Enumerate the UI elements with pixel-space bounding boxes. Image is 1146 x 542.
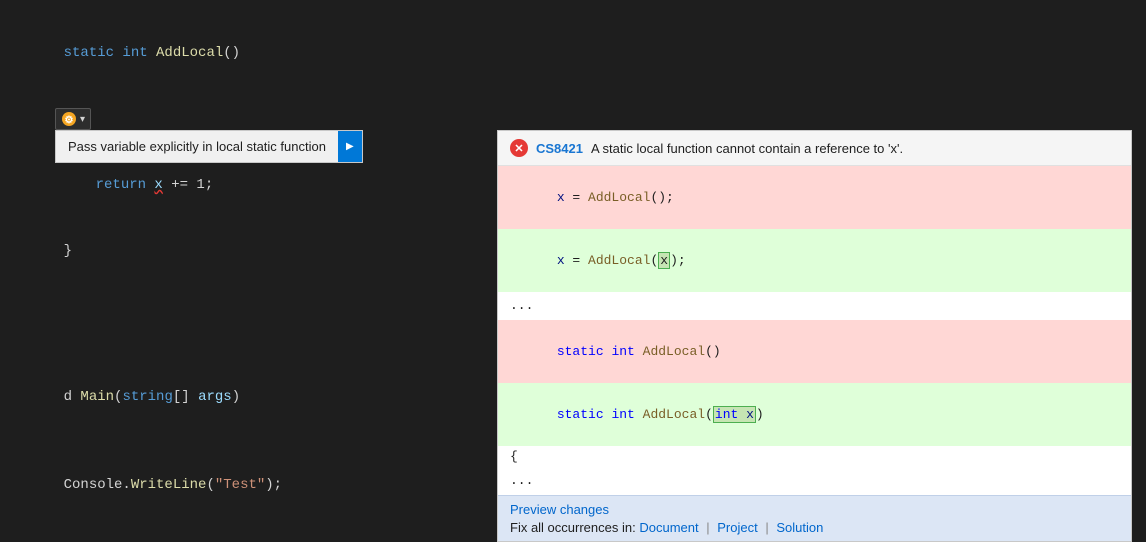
preview-panel: ✕ CS8421 A static local function cannot …	[497, 130, 1132, 542]
quickfix-popup: Pass variable explicitly in local static…	[55, 130, 363, 163]
svg-text:⚙: ⚙	[65, 115, 74, 126]
preview-line-added-2: static int AddLocal(int x)	[498, 383, 1131, 446]
dots-text-2: ...	[510, 473, 533, 488]
preview-header: ✕ CS8421 A static local function cannot …	[498, 131, 1131, 166]
punct-assign: += 1;	[163, 177, 213, 193]
link-project[interactable]: Project	[717, 520, 757, 535]
link-document[interactable]: Document	[639, 520, 698, 535]
partial-void: d	[64, 389, 81, 405]
fn-main: Main	[80, 389, 114, 405]
keyword-return: return	[96, 177, 155, 193]
var-x: x	[154, 177, 162, 193]
error-message: A static local function cannot contain a…	[591, 141, 903, 156]
fix-all-occurrences: Fix all occurrences in: Document | Proje…	[510, 520, 1119, 535]
console-class: Console	[64, 477, 123, 493]
highlight-x: x	[658, 252, 670, 269]
bulb-icon: ⚙	[61, 111, 77, 127]
quickfix-expand-arrow[interactable]: ▶	[338, 131, 362, 162]
keyword-static: static	[64, 45, 123, 61]
type-int: int	[122, 45, 156, 61]
dots-text: ...	[510, 298, 533, 313]
bulb-button[interactable]: ⚙ ▾	[55, 108, 91, 130]
arrow-icon: ▶	[346, 141, 354, 153]
sep-1: |	[706, 520, 709, 535]
preview-changes-label: Preview changes	[510, 502, 1119, 517]
dots-1: ...	[498, 292, 1131, 320]
quickfix-label: Pass variable explicitly in local static…	[68, 139, 326, 154]
brace-close: }	[64, 243, 72, 259]
fn-addlocal: AddLocal	[156, 45, 223, 61]
error-icon: ✕	[510, 139, 528, 157]
link-solution[interactable]: Solution	[776, 520, 823, 535]
bulb-dropdown-arrow: ▾	[80, 114, 85, 125]
sep-2: |	[765, 520, 768, 535]
quickfix-item[interactable]: Pass variable explicitly in local static…	[56, 131, 338, 162]
bulb-svg: ⚙	[61, 111, 77, 127]
dots-2: ...	[498, 467, 1131, 495]
fix-label: Fix all occurrences in:	[510, 520, 636, 535]
code-line-1: static int AddLocal()	[30, 20, 1126, 86]
preview-line-removed-1: x = AddLocal();	[498, 166, 1131, 229]
preview-line-added-1: x = AddLocal(x);	[498, 229, 1131, 292]
fn-writeline: WriteLine	[131, 477, 207, 493]
str-test: "Test"	[215, 477, 265, 493]
highlight-int-x: int x	[713, 406, 756, 423]
bulb-widget: ⚙ ▾	[55, 108, 91, 130]
preview-brace: {	[498, 446, 1131, 467]
punct-parens: ()	[223, 45, 240, 61]
preview-changes-title[interactable]: Preview changes	[510, 502, 609, 517]
error-code: CS8421	[536, 141, 583, 156]
preview-code-area: x = AddLocal(); x = AddLocal(x); ... sta…	[498, 166, 1131, 495]
preview-footer: Preview changes Fix all occurrences in: …	[498, 495, 1131, 541]
preview-line-removed-2: static int AddLocal()	[498, 320, 1131, 383]
